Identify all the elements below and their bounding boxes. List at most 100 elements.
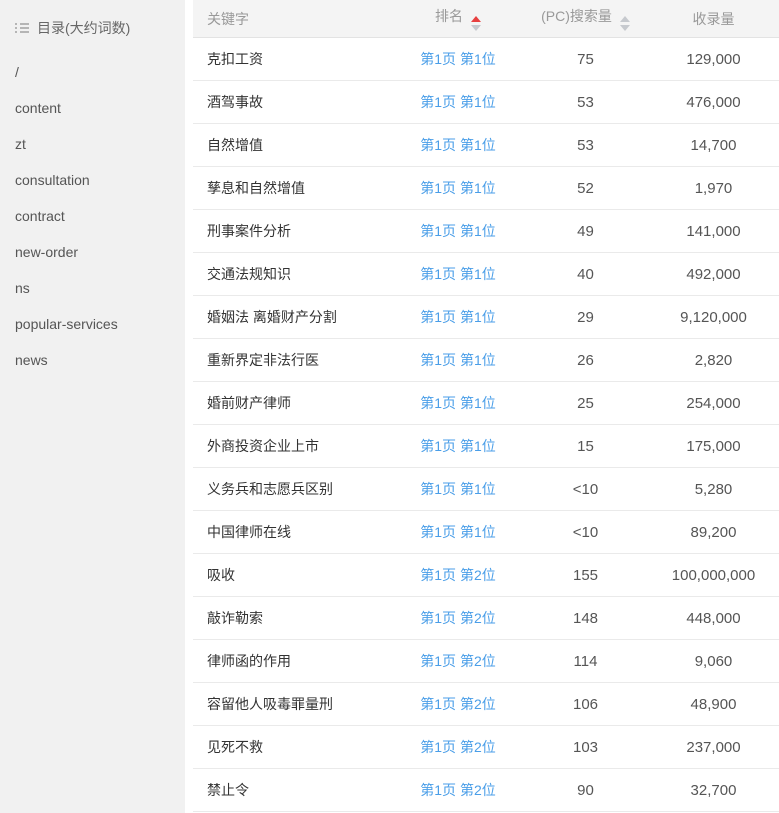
- keyword-cell: 婚前财产律师: [193, 393, 393, 413]
- rank-cell: 第1页 第2位: [393, 565, 523, 585]
- sidebar-item[interactable]: new-order: [0, 234, 185, 270]
- rank-link[interactable]: 第1页 第2位: [420, 739, 495, 755]
- indexed-count-cell: 9,120,000: [648, 309, 779, 326]
- column-header-volume[interactable]: (PC)搜索量: [523, 6, 648, 31]
- search-volume-cell: 53: [523, 137, 648, 154]
- rank-link[interactable]: 第1页 第2位: [420, 782, 495, 798]
- table-row: 孳息和自然增值 第1页 第1位 52 1,970: [193, 167, 779, 210]
- column-header-indexed: 收录量: [648, 9, 779, 29]
- rank-cell: 第1页 第1位: [393, 178, 523, 198]
- table-row: 酒驾事故 第1页 第1位 53 476,000: [193, 81, 779, 124]
- rank-link[interactable]: 第1页 第1位: [420, 438, 495, 454]
- search-volume-cell: 29: [523, 309, 648, 326]
- keyword-cell: 婚姻法 离婚财产分割: [193, 307, 393, 327]
- table-row: 刑事案件分析 第1页 第1位 49 141,000: [193, 210, 779, 253]
- search-volume-cell: 106: [523, 696, 648, 713]
- keyword-table: 关键字 排名 (PC)搜索量 收录量 克扣工资 第1页 第1位 75 129,0…: [193, 0, 779, 813]
- rank-link[interactable]: 第1页 第2位: [420, 610, 495, 626]
- sidebar-item[interactable]: news: [0, 342, 185, 378]
- search-volume-cell: 26: [523, 352, 648, 369]
- sort-control-volume[interactable]: [620, 16, 630, 31]
- rank-link[interactable]: 第1页 第1位: [420, 51, 495, 67]
- sidebar-item[interactable]: ns: [0, 270, 185, 306]
- rank-link[interactable]: 第1页 第2位: [420, 653, 495, 669]
- rank-cell: 第1页 第1位: [393, 393, 523, 413]
- sort-asc-icon[interactable]: [471, 16, 481, 22]
- rank-cell: 第1页 第1位: [393, 135, 523, 155]
- keyword-cell: 克扣工资: [193, 49, 393, 69]
- rank-link[interactable]: 第1页 第1位: [420, 352, 495, 368]
- rank-link[interactable]: 第1页 第1位: [420, 266, 495, 282]
- sort-desc-icon[interactable]: [620, 25, 630, 31]
- keyword-cell: 义务兵和志愿兵区别: [193, 479, 393, 499]
- rank-cell: 第1页 第1位: [393, 479, 523, 499]
- search-volume-cell: 49: [523, 223, 648, 240]
- indexed-count-cell: 9,060: [648, 653, 779, 670]
- sidebar-item[interactable]: zt: [0, 126, 185, 162]
- rank-cell: 第1页 第1位: [393, 522, 523, 542]
- indexed-count-cell: 448,000: [648, 610, 779, 627]
- indexed-count-cell: 2,820: [648, 352, 779, 369]
- rank-link[interactable]: 第1页 第1位: [420, 180, 495, 196]
- sidebar-header: 目录(大约词数): [0, 10, 185, 46]
- search-volume-cell: 114: [523, 653, 648, 670]
- rank-cell: 第1页 第1位: [393, 49, 523, 69]
- sidebar-item[interactable]: popular-services: [0, 306, 185, 342]
- search-volume-cell: 155: [523, 567, 648, 584]
- search-volume-cell: 53: [523, 94, 648, 111]
- table-row: 自然增值 第1页 第1位 53 14,700: [193, 124, 779, 167]
- keyword-cell: 交通法规知识: [193, 264, 393, 284]
- keyword-cell: 吸收: [193, 565, 393, 585]
- rank-link[interactable]: 第1页 第1位: [420, 309, 495, 325]
- sidebar-item[interactable]: /: [0, 54, 185, 90]
- table-row: 容留他人吸毒罪量刑 第1页 第2位 106 48,900: [193, 683, 779, 726]
- sidebar-item[interactable]: contract: [0, 198, 185, 234]
- rank-link[interactable]: 第1页 第1位: [420, 524, 495, 540]
- search-volume-cell: 15: [523, 438, 648, 455]
- rank-link[interactable]: 第1页 第1位: [420, 395, 495, 411]
- indexed-count-cell: 492,000: [648, 266, 779, 283]
- rank-cell: 第1页 第2位: [393, 780, 523, 800]
- table-row: 外商投资企业上市 第1页 第1位 15 175,000: [193, 425, 779, 468]
- sort-desc-icon[interactable]: [471, 25, 481, 31]
- table-row: 义务兵和志愿兵区别 第1页 第1位 <10 5,280: [193, 468, 779, 511]
- table-row: 敲诈勒索 第1页 第2位 148 448,000: [193, 597, 779, 640]
- indexed-count-cell: 48,900: [648, 696, 779, 713]
- rank-link[interactable]: 第1页 第1位: [420, 94, 495, 110]
- indexed-count-cell: 175,000: [648, 438, 779, 455]
- rank-link[interactable]: 第1页 第1位: [420, 223, 495, 239]
- keyword-cell: 律师函的作用: [193, 651, 393, 671]
- sidebar-title: 目录(大约词数): [37, 18, 130, 38]
- search-volume-cell: <10: [523, 524, 648, 541]
- search-volume-cell: 25: [523, 395, 648, 412]
- rank-link[interactable]: 第1页 第1位: [420, 481, 495, 497]
- sort-control-rank[interactable]: [471, 16, 481, 31]
- indexed-count-cell: 32,700: [648, 782, 779, 799]
- keyword-cell: 刑事案件分析: [193, 221, 393, 241]
- directory-sidebar: 目录(大约词数) / content zt consultation contr…: [0, 0, 185, 813]
- rank-cell: 第1页 第2位: [393, 608, 523, 628]
- rank-link[interactable]: 第1页 第1位: [420, 137, 495, 153]
- rank-cell: 第1页 第2位: [393, 651, 523, 671]
- sidebar-item[interactable]: consultation: [0, 162, 185, 198]
- column-header-keyword: 关键字: [193, 9, 393, 29]
- table-row: 吸收 第1页 第2位 155 100,000,000: [193, 554, 779, 597]
- table-row: 律师函的作用 第1页 第2位 114 9,060: [193, 640, 779, 683]
- indexed-count-cell: 14,700: [648, 137, 779, 154]
- keyword-cell: 中国律师在线: [193, 522, 393, 542]
- table-row: 禁止令 第1页 第2位 90 32,700: [193, 769, 779, 812]
- indexed-count-cell: 129,000: [648, 51, 779, 68]
- keyword-cell: 酒驾事故: [193, 92, 393, 112]
- indexed-count-cell: 1,970: [648, 180, 779, 197]
- table-row: 交通法规知识 第1页 第1位 40 492,000: [193, 253, 779, 296]
- column-header-rank[interactable]: 排名: [393, 6, 523, 31]
- rank-cell: 第1页 第2位: [393, 694, 523, 714]
- keyword-cell: 见死不救: [193, 737, 393, 757]
- indexed-count-cell: 141,000: [648, 223, 779, 240]
- rank-link[interactable]: 第1页 第2位: [420, 567, 495, 583]
- list-icon: [15, 22, 29, 34]
- indexed-count-cell: 237,000: [648, 739, 779, 756]
- sidebar-item[interactable]: content: [0, 90, 185, 126]
- rank-link[interactable]: 第1页 第2位: [420, 696, 495, 712]
- sort-asc-icon[interactable]: [620, 16, 630, 22]
